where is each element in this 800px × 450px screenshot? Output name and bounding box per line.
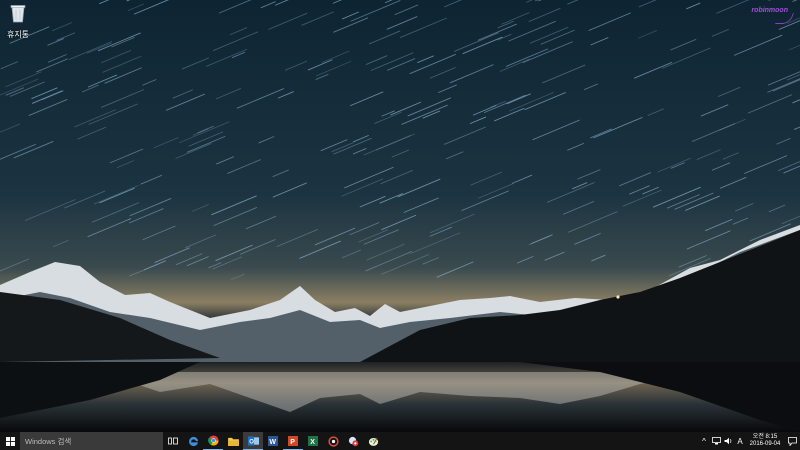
svg-text:P: P xyxy=(290,439,295,446)
file-explorer-button[interactable] xyxy=(223,432,243,450)
edge-icon xyxy=(188,436,198,446)
photo-app-button[interactable] xyxy=(343,432,363,450)
task-view-icon xyxy=(168,437,178,445)
input-method-indicator[interactable]: A xyxy=(734,432,746,450)
desktop-icon-recycle-bin[interactable]: 휴지통 xyxy=(3,3,33,40)
recycle-bin-icon xyxy=(10,5,26,23)
search-box[interactable]: Windows 검색 xyxy=(20,432,163,450)
edge-button[interactable] xyxy=(183,432,203,450)
svg-text:X: X xyxy=(310,439,315,446)
action-center-button[interactable] xyxy=(784,432,800,450)
word-icon: W xyxy=(268,436,278,446)
desktop-icon-label: 휴지통 xyxy=(6,30,30,39)
paint-app-icon xyxy=(368,437,378,446)
excel-button[interactable]: X xyxy=(303,432,323,450)
chrome-button[interactable] xyxy=(203,432,223,450)
svg-text:W: W xyxy=(269,439,276,446)
powerpoint-button[interactable]: P xyxy=(283,432,303,450)
search-placeholder: Windows 검색 xyxy=(25,436,72,446)
clock[interactable]: 오전 8:15 2016-09-04 xyxy=(746,434,784,448)
system-tray: ^ A 오전 8:15 2016-09-04 xyxy=(698,432,800,450)
notification-icon xyxy=(787,436,797,446)
start-button[interactable] xyxy=(0,432,20,450)
file-explorer-icon xyxy=(227,437,239,446)
excel-icon: X xyxy=(308,436,318,446)
outlook-icon: O xyxy=(247,435,259,446)
photo-app-icon xyxy=(348,436,358,446)
paint-app-button[interactable] xyxy=(363,432,383,450)
volume-icon[interactable] xyxy=(722,432,734,450)
word-button[interactable]: W xyxy=(263,432,283,450)
desktop: 휴지통 robinmoon xyxy=(0,0,800,432)
svg-text:O: O xyxy=(249,439,254,445)
clock-date: 2016-09-04 xyxy=(749,441,781,447)
taskbar: Windows 검색 O W P X ^ A 오전 8:15 2016-09-0… xyxy=(0,432,800,450)
chrome-icon xyxy=(207,435,219,446)
powerpoint-icon: P xyxy=(288,435,298,446)
capture-app-icon xyxy=(327,435,339,447)
windows-logo-icon xyxy=(5,436,15,446)
task-view-button[interactable] xyxy=(163,432,183,450)
clock-time: 오전 8:15 xyxy=(752,434,778,440)
show-hidden-icons-chevron-icon[interactable]: ^ xyxy=(698,432,710,450)
network-icon[interactable] xyxy=(710,432,722,450)
capture-app-button[interactable] xyxy=(323,432,343,450)
outlook-button[interactable]: O xyxy=(243,432,263,450)
wallpaper-star-trails-mountains xyxy=(0,0,800,432)
